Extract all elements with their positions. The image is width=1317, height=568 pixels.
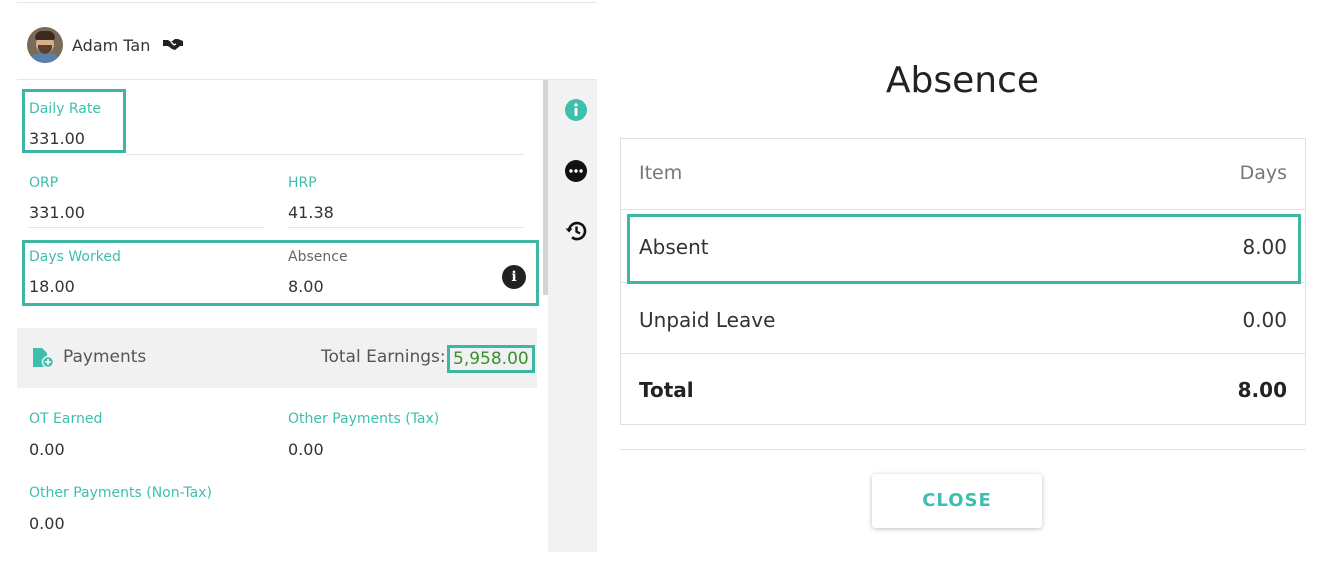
table-row-days: 0.00 [1242, 308, 1287, 332]
other-payments-nontax-value: 0.00 [29, 514, 65, 533]
employee-header: Adam Tan [17, 20, 184, 70]
hrp-label: HRP [288, 175, 317, 191]
info-icon[interactable] [564, 98, 588, 122]
file-add-icon [32, 348, 55, 372]
other-payments-nontax-label: Other Payments (Non-Tax) [29, 485, 212, 501]
total-earnings-label: Total Earnings: [321, 347, 446, 367]
total-earnings-value: 5,958.00 [447, 345, 535, 373]
days-worked-label: Days Worked [29, 249, 121, 265]
total-value: 8.00 [1237, 378, 1287, 402]
column-header-item: Item [639, 162, 683, 184]
absent-row-highlight [627, 214, 1301, 284]
employee-name: Adam Tan [72, 35, 151, 55]
ot-earned-value: 0.00 [29, 440, 65, 459]
other-payments-tax-value: 0.00 [288, 440, 324, 459]
days-worked-value: 18.00 [29, 277, 75, 296]
close-button[interactable]: CLOSE [872, 474, 1042, 528]
absence-info-icon[interactable]: i [502, 265, 526, 289]
history-icon[interactable] [564, 219, 588, 243]
divider [17, 79, 597, 80]
absence-value: 8.00 [288, 277, 324, 296]
orp-value: 331.00 [29, 203, 85, 222]
dialog-title: Absence [885, 60, 1040, 101]
column-header-days: Days [1239, 162, 1287, 184]
avatar [27, 27, 63, 63]
side-rail [548, 80, 597, 552]
divider [17, 2, 597, 3]
payroll-detail-panel: Adam Tan Daily Rate 331.00 ORP 331.00 HR… [0, 0, 600, 568]
payments-section-header: Payments Total Earnings: 5,958.00 [17, 328, 537, 388]
hrp-value: 41.38 [288, 203, 334, 222]
ot-earned-label: OT Earned [29, 411, 103, 427]
total-label: Total [639, 378, 694, 402]
orp-label: ORP [29, 175, 59, 191]
more-icon[interactable] [564, 159, 588, 183]
divider [620, 449, 1306, 450]
daily-rate-label: Daily Rate [29, 101, 101, 117]
handshake-icon [162, 36, 184, 55]
daily-rate-value: 331.00 [29, 129, 85, 148]
table-row-item: Unpaid Leave [639, 308, 776, 332]
absence-label: Absence [288, 249, 348, 265]
other-payments-tax-label: Other Payments (Tax) [288, 411, 440, 427]
payments-title: Payments [63, 347, 147, 367]
